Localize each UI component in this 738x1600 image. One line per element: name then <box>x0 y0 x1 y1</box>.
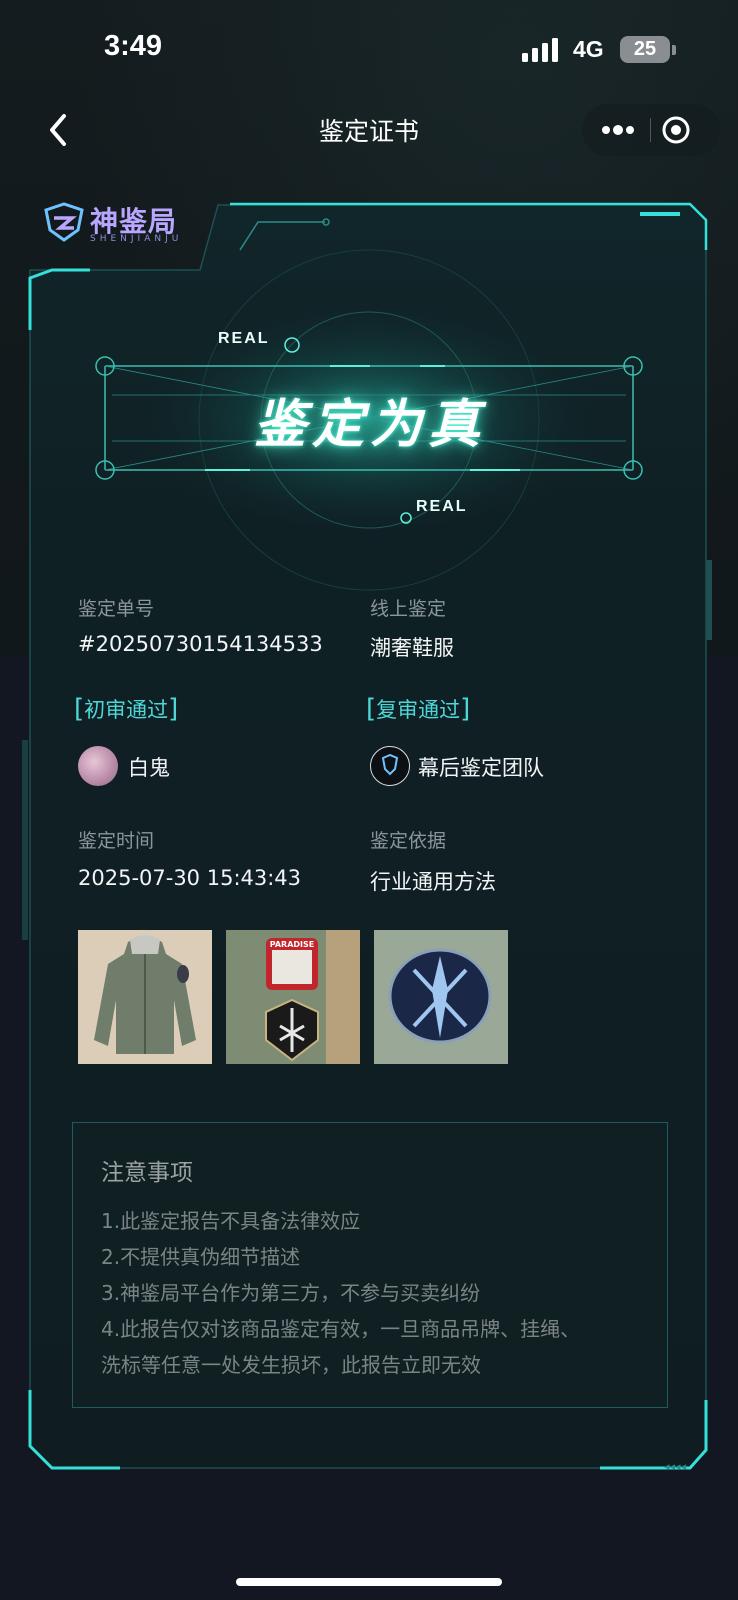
appraisal-basis-value: 行业通用方法 <box>370 870 496 894</box>
status-time: 3:49 <box>104 30 163 62</box>
item-photo[interactable]: PARADISE <box>226 930 360 1064</box>
jacket-photo-image <box>78 930 212 1064</box>
mini-program-capsule <box>582 104 720 156</box>
notice-line: 3.神鉴局平台作为第三方，不参与买卖纠纷 <box>101 1281 481 1305</box>
home-indicator[interactable] <box>236 1578 502 1586</box>
first-review-badge: [初审通过] <box>74 694 178 724</box>
real-tag-bottom: REAL <box>416 498 468 515</box>
verdict-result: 鉴定为真 <box>253 395 486 455</box>
capsule-divider <box>650 118 651 142</box>
status-bar: 3:49 4G 25 <box>0 0 738 100</box>
signal-icon <box>522 38 558 62</box>
item-photo[interactable] <box>374 930 508 1064</box>
second-review-status: 复审通过 <box>376 698 461 722</box>
shield-logo-icon <box>381 754 399 776</box>
avatar[interactable] <box>78 746 118 786</box>
appraisal-type-label: 线上鉴定 <box>370 598 447 620</box>
battery-level: 25 <box>633 38 657 60</box>
first-reviewer-name: 白鬼 <box>128 756 170 780</box>
bracket-right-icon: ] <box>460 694 471 724</box>
second-reviewer-name: 幕后鉴定团队 <box>418 756 544 780</box>
notice-line: 4.此报告仅对该商品鉴定有效，一旦商品吊牌、挂绳、 <box>101 1317 581 1341</box>
patch-label: PARADISE <box>270 940 315 949</box>
emblem-photo-image <box>374 930 508 1064</box>
notice-line: 洗标等任意一处发生损坏，此报告立即无效 <box>101 1353 481 1377</box>
notice-line: 1.此鉴定报告不具备法律效应 <box>101 1209 361 1233</box>
notice-panel: 注意事项 1.此鉴定报告不具备法律效应 2.不提供真伪细节描述 3.神鉴局平台作… <box>72 1122 668 1408</box>
bracket-right-icon: ] <box>168 694 179 724</box>
bracket-left-icon: [ <box>366 694 377 724</box>
appraisal-time-value: 2025-07-30 15:43:43 <box>78 866 302 890</box>
appraisal-time-label: 鉴定时间 <box>78 830 155 852</box>
appraisal-basis-label: 鉴定依据 <box>370 830 447 852</box>
item-photo[interactable] <box>78 930 212 1064</box>
network-label: 4G <box>573 36 604 62</box>
target-circle-icon[interactable] <box>660 114 692 146</box>
second-review-badge: [复审通过] <box>366 694 470 724</box>
patch-photo-image: PARADISE <box>226 930 360 1064</box>
order-number-value: #20250730154134533 <box>78 632 323 656</box>
more-dots-icon[interactable] <box>596 118 640 142</box>
notice-line: 2.不提供真伪细节描述 <box>101 1245 301 1269</box>
real-tag-top: REAL <box>218 330 270 347</box>
battery-icon: 25 <box>620 36 670 63</box>
brand-subtitle: SHENJIANJU <box>90 234 183 244</box>
order-number-label: 鉴定单号 <box>78 598 155 620</box>
verdict-banner: REAL 鉴定为真 REAL <box>90 320 650 530</box>
avatar[interactable] <box>370 746 410 786</box>
brand-logo: 神鉴局 SHENJIANJU <box>42 200 212 250</box>
appraisal-type-value: 潮奢鞋服 <box>370 636 454 660</box>
battery-tip <box>672 45 676 55</box>
bracket-left-icon: [ <box>74 694 85 724</box>
notice-title: 注意事项 <box>101 1160 193 1186</box>
shield-logo-icon <box>44 202 84 242</box>
first-review-status: 初审通过 <box>84 698 169 722</box>
